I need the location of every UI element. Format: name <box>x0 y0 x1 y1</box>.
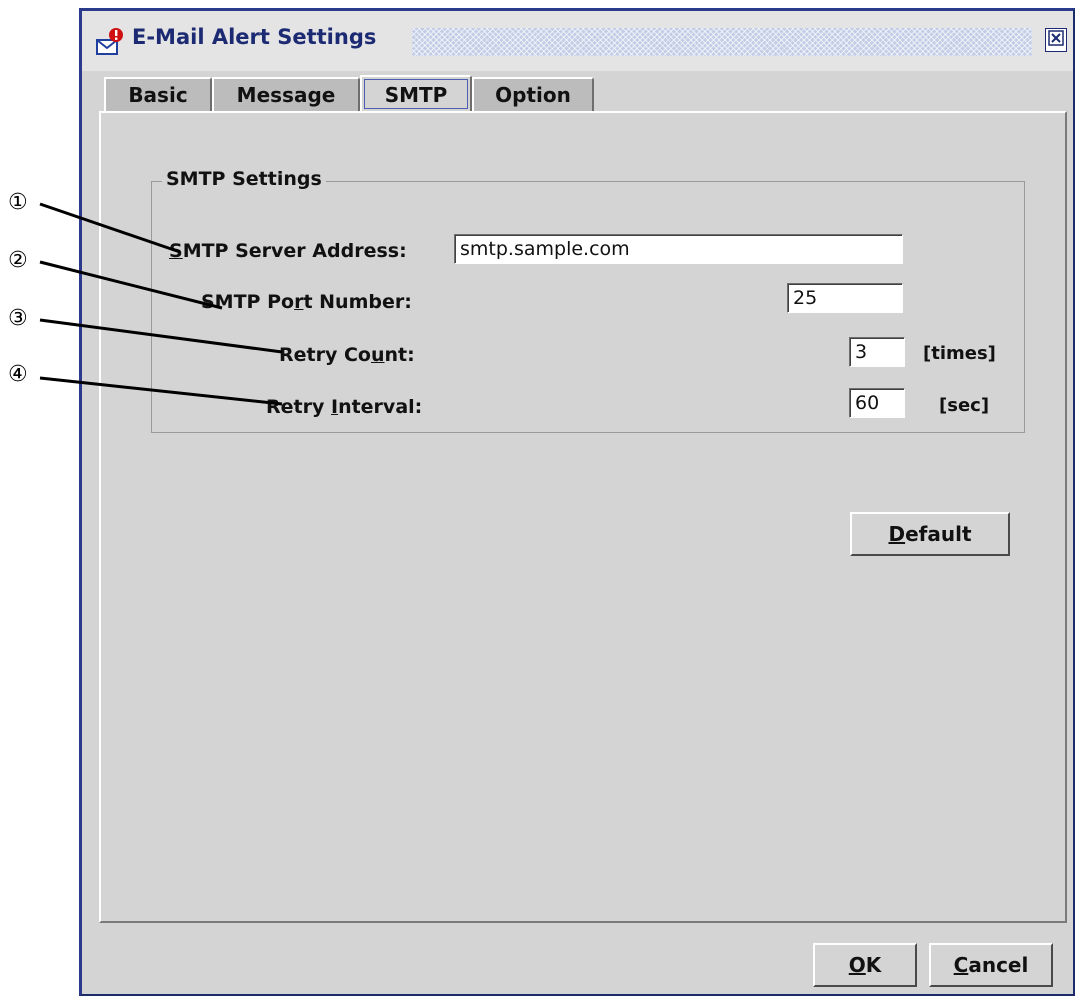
leader-line-4 <box>39 376 283 406</box>
leader-line-1 <box>39 202 181 254</box>
leader-line-2 <box>39 260 223 310</box>
leader-line-3 <box>39 318 283 354</box>
annotation-leader-lines <box>39 202 283 406</box>
